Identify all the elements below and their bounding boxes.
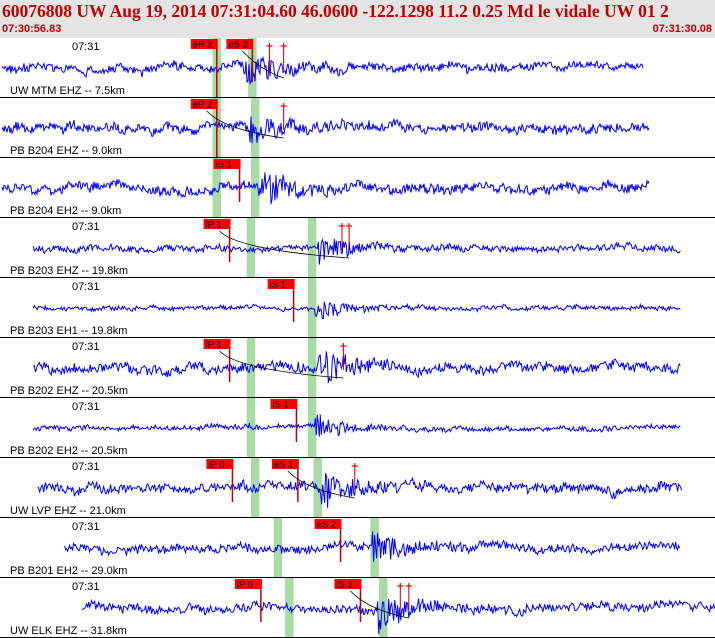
waveform-trace [32,351,681,383]
phase-pick[interactable]: iS 1 [270,399,298,442]
pick-label: iS 1 [216,160,232,171]
pick-window-band [285,578,294,638]
trace-row[interactable]: iP 0 eS 1 07:31 UW LVP EHZ -- 21.0km [0,458,715,518]
pick-label: eP 2 [193,100,212,111]
trace-row[interactable]: iP 1 07:31 PB B202 EHZ -- 20.5km [0,338,715,398]
waveform-trace [81,598,715,635]
trace-time-label: 07:31 [72,401,100,413]
trace-channel-label: UW ELK EHZ -- 31.8km [10,625,127,637]
waveform-trace [32,414,681,437]
plus-marker [346,223,353,229]
pick-label: eS 2 [228,40,248,51]
plus-marker [280,103,287,109]
plus-marker [266,43,273,49]
trace-time-label: 07:31 [72,281,100,293]
trace-channel-label: PB B202 EHZ -- 20.5km [10,385,128,397]
phase-pick[interactable]: iS 1 [267,279,295,322]
trace-time-label: 07:31 [72,521,100,533]
plus-marker [340,343,347,349]
pick-label: iS 1 [336,580,352,591]
trace-time-label: 07:31 [72,221,100,233]
window-end-time: 07:31:30.08 [652,23,712,35]
pick-label: eS 2 [317,520,337,531]
trace-row[interactable]: iS 1 PB B204 EH2 -- 9.0km [0,158,715,218]
waveform-trace [1,172,650,205]
trace-row[interactable]: eS 2 07:31 PB B201 EH2 -- 29.0km [0,518,715,578]
trace-channel-label: PB B204 EHZ -- 9.0km [10,145,122,157]
waveform-trace [1,55,644,85]
event-title: 60076808 UW Aug 19, 2014 07:31:04.60 46.… [2,1,669,21]
pick-label: iP 0 [237,580,253,591]
trace-time-label: 07:31 [72,41,100,53]
pick-label: iS 1 [272,400,288,411]
plus-marker [405,583,412,589]
trace-channel-label: PB B203 EH1 -- 19.8km [10,325,127,337]
phase-pick[interactable]: iP 1 [203,219,231,262]
seismogram-panel[interactable]: eP 2 eS 2 07:31 UW MTM EHZ -- 7.5km eP 2 PB B… [0,38,715,638]
trace-channel-label: PB B201 EH2 -- 29.0km [10,565,127,577]
trace-row[interactable]: eP 2 PB B204 EHZ -- 9.0km [0,98,715,158]
trace-channel-label: PB B202 EH2 -- 20.5km [10,445,127,457]
trace-time-label: 07:31 [72,581,100,593]
trace-row[interactable]: eP 2 eS 2 07:31 UW MTM EHZ -- 7.5km [0,38,715,98]
pick-label: iP 0 [208,460,224,471]
trace-time-label: 07:31 [72,461,100,473]
trace-channel-label: PB B203 EHZ -- 19.8km [10,265,128,277]
trace-channel-label: PB B204 EH2 -- 9.0km [10,205,121,217]
plus-marker [351,463,358,469]
trace-channel-label: UW LVP EHZ -- 21.0km [10,505,126,517]
waveform-trace [32,301,681,320]
trace-channel-label: UW MTM EHZ -- 7.5km [10,85,125,97]
pick-label: eS 1 [274,460,294,471]
pick-window-band [370,518,379,578]
phase-pick[interactable]: iP 1 [203,339,231,382]
phase-pick[interactable]: iS 1 [334,579,362,622]
pick-window-band [307,278,317,338]
window-start-time: 07:30:56.83 [2,23,62,35]
event-header: 60076808 UW Aug 19, 2014 07:31:04.60 46.… [0,0,715,38]
pick-window-band [307,398,317,458]
pick-label: iP 1 [206,340,222,351]
phase-pick[interactable]: iP 0 [234,579,262,622]
phase-pick[interactable]: eS 1 [271,459,299,502]
trace-row[interactable]: iS 1 07:31 PB B202 EH2 -- 20.5km [0,398,715,458]
pick-label: iS 1 [270,280,286,291]
moveout-curve [219,230,350,259]
pick-label: iP 1 [206,220,222,231]
trace-row[interactable]: iS 1 07:31 PB B203 EH1 -- 19.8km [0,278,715,338]
waveform-trace [37,472,683,508]
plus-marker [397,583,404,589]
waveform-trace [1,116,650,144]
plus-marker [280,43,287,49]
plus-marker [338,223,345,229]
trace-row[interactable]: iP 1 07:31 PB B203 EHZ -- 19.8km [0,218,715,278]
trace-time-label: 07:31 [72,341,100,353]
trace-row[interactable]: iP 0 iS 1 07:31 UW ELK EHZ -- 31.8km [0,578,715,638]
phase-pick[interactable]: iP 0 [206,459,234,502]
waveform-trace [32,237,681,265]
pick-label: eP 2 [193,40,212,51]
phase-pick[interactable]: eS 2 [314,519,342,562]
